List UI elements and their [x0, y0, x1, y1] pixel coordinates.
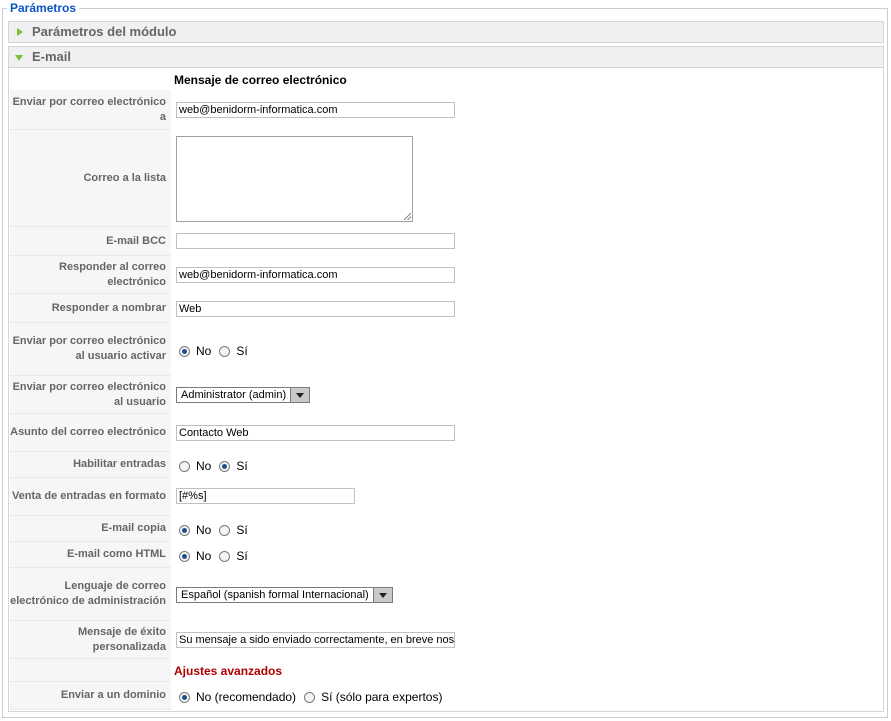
row-send-user-activate: Enviar por correo electrónico al usuario… [10, 323, 876, 376]
label-send-domain: Enviar a un dominio [10, 682, 171, 710]
label-spacer [10, 659, 171, 682]
send-domain-no-label[interactable]: No (recomendado) [196, 690, 296, 704]
row-email-copy: E-mail copia No Sí [10, 516, 876, 542]
chevron-down-icon[interactable] [372, 588, 392, 602]
email-copy-yes-label[interactable]: Sí [236, 523, 247, 537]
label-email-copy: E-mail copia [10, 516, 171, 542]
row-reply-to: Responder al correo electrónico web@beni… [10, 256, 876, 294]
collapse-arrow-icon [15, 55, 23, 61]
send-domain-yes-label[interactable]: Sí (sólo para expertos) [321, 690, 442, 704]
label-send-to: Enviar por correo electrónico a [10, 90, 171, 130]
send-user-selected: Administrator (admin) [181, 389, 287, 401]
send-domain-yes-radio[interactable] [304, 691, 316, 703]
label-enable-entries: Habilitar entradas [10, 452, 171, 478]
send-user-activate-yes-label[interactable]: Sí [236, 344, 247, 358]
row-admin-language: Lenguaje de correo electrónico de admini… [10, 568, 876, 621]
panel-email-header[interactable]: E-mail [8, 46, 884, 68]
label-email-html: E-mail como HTML [10, 542, 171, 568]
bcc-input[interactable] [176, 233, 455, 249]
success-message-input[interactable]: Su mensaje a sido enviado correctamente,… [176, 632, 455, 648]
label-reply-name: Responder a nombrar [10, 294, 171, 323]
subject-input[interactable]: Contacto Web [176, 425, 455, 441]
send-domain-no-radio[interactable] [179, 691, 190, 703]
panel-email-title: E-mail [32, 49, 72, 64]
row-mail-list: Correo a la lista [10, 130, 876, 227]
send-to-input[interactable]: web@benidorm-informatica.com [176, 102, 455, 118]
reply-name-input[interactable]: Web [176, 301, 455, 317]
expand-arrow-icon [17, 28, 23, 36]
row-success-message: Mensaje de éxito personalizada Su mensaj… [10, 621, 876, 659]
send-user-select[interactable]: Administrator (admin) [176, 387, 311, 403]
label-entries-format: Venta de entradas en formato [10, 478, 171, 516]
send-user-activate-no-radio[interactable] [179, 345, 190, 357]
email-html-no-radio[interactable] [179, 550, 190, 562]
label-bcc: E-mail BCC [10, 227, 171, 256]
email-copy-yes-radio[interactable] [219, 524, 231, 536]
panel-module-params-title: Parámetros del módulo [32, 24, 177, 39]
row-subject: Asunto del correo electrónico Contacto W… [10, 414, 876, 452]
label-send-user: Enviar por correo electrónico al usuario [10, 376, 171, 414]
label-reply-to: Responder al correo electrónico [10, 256, 171, 294]
resize-grip-icon[interactable] [404, 213, 411, 220]
row-enable-entries: Habilitar entradas No Sí [10, 452, 876, 478]
email-copy-no-label[interactable]: No [196, 523, 211, 537]
email-html-yes-radio[interactable] [219, 550, 231, 562]
row-send-to: Enviar por correo electrónico a web@beni… [10, 90, 876, 130]
label-success-message: Mensaje de éxito personalizada [10, 621, 171, 659]
chevron-down-icon[interactable] [290, 388, 310, 402]
enable-entries-no-radio[interactable] [179, 460, 190, 472]
parameters-legend: Parámetros [7, 1, 80, 15]
row-entries-format: Venta de entradas en formato [#%s] [10, 478, 876, 516]
reply-to-input[interactable]: web@benidorm-informatica.com [176, 267, 455, 283]
mail-list-textarea[interactable] [176, 136, 413, 222]
row-email-html: E-mail como HTML No Sí [10, 542, 876, 568]
enable-entries-yes-radio[interactable] [219, 460, 231, 472]
row-reply-name: Responder a nombrar Web [10, 294, 876, 323]
panel-module-params-header[interactable]: Parámetros del módulo [8, 21, 884, 43]
email-copy-no-radio[interactable] [179, 524, 190, 536]
send-user-activate-yes-radio[interactable] [219, 345, 231, 357]
email-html-yes-label[interactable]: Sí [236, 549, 247, 563]
label-mail-list: Correo a la lista [10, 130, 171, 227]
send-user-activate-no-label[interactable]: No [196, 344, 211, 358]
label-admin-language: Lenguaje de correo electrónico de admini… [10, 568, 171, 621]
admin-language-select[interactable]: Español (spanish formal Internacional) [176, 587, 393, 603]
row-bcc: E-mail BCC [10, 227, 876, 256]
row-advanced-spacer [10, 659, 876, 682]
label-send-user-activate: Enviar por correo electrónico al usuario… [10, 323, 171, 376]
section-advanced: Ajustes avanzados [174, 664, 283, 678]
section-email-message: Mensaje de correo electrónico [174, 73, 347, 87]
email-html-no-label[interactable]: No [196, 549, 211, 563]
enable-entries-no-label[interactable]: No [196, 459, 211, 473]
row-send-user: Enviar por correo electrónico al usuario… [10, 376, 876, 414]
entries-format-input[interactable]: [#%s] [176, 488, 355, 504]
row-send-domain: Enviar a un dominio No (recomendado) Sí … [10, 682, 876, 710]
label-subject: Asunto del correo electrónico [10, 414, 171, 452]
admin-language-selected: Español (spanish formal Internacional) [181, 589, 369, 601]
enable-entries-yes-label[interactable]: Sí [236, 459, 247, 473]
